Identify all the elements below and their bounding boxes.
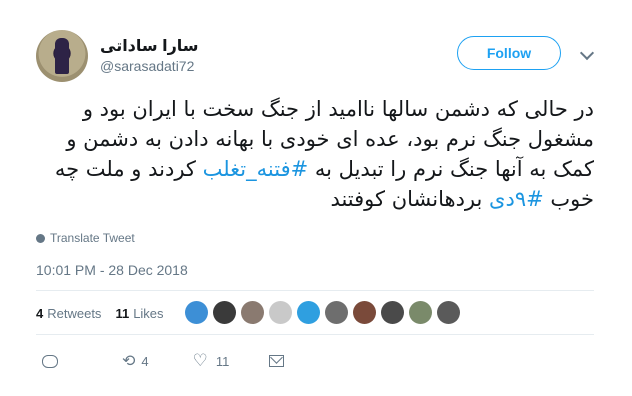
like-button[interactable]: ♡ 11	[193, 351, 230, 371]
follow-button[interactable]: Follow	[457, 36, 561, 70]
reply-icon	[42, 354, 58, 368]
timestamp[interactable]: 10:01 PM - 28 Dec 2018	[36, 262, 188, 278]
avatar-figure	[55, 38, 69, 74]
tweet-stats: 4 Retweets 11 Likes	[36, 306, 164, 321]
liker-avatar[interactable]	[381, 301, 404, 324]
liker-avatar[interactable]	[185, 301, 208, 324]
liker-avatar[interactable]	[297, 301, 320, 324]
retweet-count: 4	[141, 353, 149, 369]
liker-avatar[interactable]	[213, 301, 236, 324]
liker-avatar[interactable]	[437, 301, 460, 324]
liker-avatar[interactable]	[241, 301, 264, 324]
tweet-card: سارا ساداتی @sarasadati72 Follow در حالی…	[0, 0, 632, 396]
action-bar: ⟲ 4 ♡ 11	[36, 351, 285, 371]
translate-tweet-link[interactable]: Translate Tweet	[36, 231, 135, 245]
heart-icon: ♡	[192, 351, 208, 370]
liker-avatar[interactable]	[409, 301, 432, 324]
user-name[interactable]: سارا ساداتی	[100, 36, 199, 56]
tweet-text-part3: بردهانشان کوفتند	[330, 187, 490, 211]
retweets-stat[interactable]: 4 Retweets	[36, 306, 101, 321]
reply-button[interactable]	[42, 354, 58, 368]
liker-avatar[interactable]	[353, 301, 376, 324]
translate-label: Translate Tweet	[50, 231, 135, 245]
likes-label: Likes	[133, 306, 164, 321]
likes-count: 11	[115, 306, 130, 321]
hashtag-link[interactable]: #فتنه_تغلب	[203, 157, 309, 181]
likes-stat[interactable]: 11 Likes	[115, 306, 163, 321]
retweets-count: 4	[36, 306, 44, 321]
liker-avatar[interactable]	[325, 301, 348, 324]
hashtag-link[interactable]: #۹دی	[489, 187, 544, 211]
chevron-down-icon[interactable]	[579, 45, 595, 61]
liker-avatar[interactable]	[269, 301, 292, 324]
user-handle[interactable]: @sarasadati72	[100, 58, 194, 74]
likers-avatars	[185, 301, 465, 324]
like-count: 11	[215, 353, 230, 369]
globe-icon	[36, 233, 45, 243]
avatar[interactable]	[36, 30, 88, 82]
divider	[36, 334, 594, 335]
message-button[interactable]	[269, 355, 285, 367]
retweet-button[interactable]: ⟲ 4	[122, 351, 149, 371]
divider	[36, 290, 594, 291]
tweet-text: در حالی که دشمن سالها ناامید از جنگ سخت …	[36, 94, 594, 214]
envelope-icon	[269, 355, 285, 367]
retweet-icon: ⟲	[122, 353, 136, 370]
retweets-label: Retweets	[47, 306, 102, 321]
